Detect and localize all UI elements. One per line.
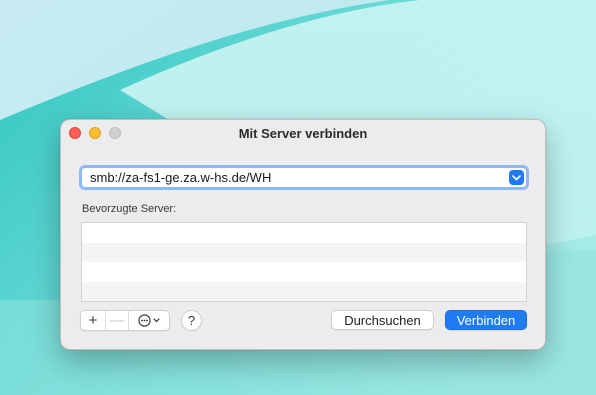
connect-to-server-window: Mit Server verbinden Bevorzugte Server: … [60, 119, 546, 350]
history-dropdown-button[interactable] [509, 170, 524, 185]
window-title: Mit Server verbinden [238, 126, 368, 141]
favorites-segmented-control: + — [80, 310, 170, 331]
favorite-servers-label: Bevorzugte Server: [82, 203, 177, 215]
browse-button[interactable]: Durchsuchen [331, 310, 434, 330]
favorite-servers-list[interactable] [81, 222, 527, 302]
add-favorite-button[interactable]: + [81, 311, 105, 330]
chevron-down-icon [512, 174, 521, 180]
server-address-input[interactable] [82, 168, 526, 187]
ellipsis-circle-icon [138, 314, 151, 327]
list-item[interactable] [82, 223, 526, 243]
list-item[interactable] [82, 281, 526, 301]
list-item[interactable] [82, 242, 526, 262]
chevron-down-icon [153, 318, 160, 323]
remove-favorite-button[interactable]: — [105, 311, 129, 330]
title-bar: Mit Server verbinden [61, 120, 545, 146]
list-item[interactable] [82, 262, 526, 282]
more-options-button[interactable] [129, 311, 169, 330]
help-button[interactable]: ? [181, 310, 202, 331]
server-address-combobox[interactable] [79, 165, 529, 190]
connect-button[interactable]: Verbinden [445, 310, 527, 330]
